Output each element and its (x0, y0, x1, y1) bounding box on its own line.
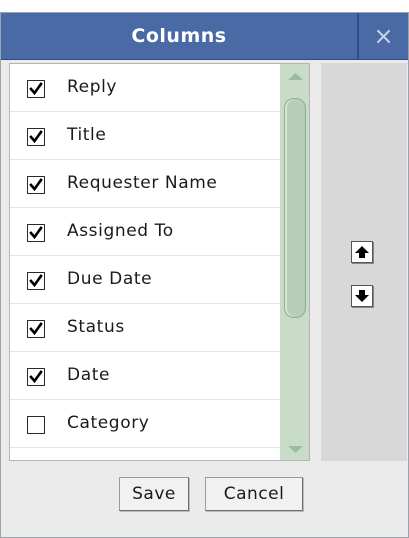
save-button[interactable]: Save (119, 477, 189, 511)
title-bar: Columns × (1, 13, 408, 60)
column-label: Due Date (67, 269, 153, 289)
scroll-down-icon[interactable] (280, 438, 309, 460)
checkbox-checked[interactable] (27, 320, 45, 338)
columns-dialog: Columns × Reply Title Requester Name Assign… (0, 12, 409, 538)
column-row[interactable]: Reply (10, 64, 280, 112)
column-row[interactable] (10, 448, 280, 460)
column-label: Assigned To (67, 221, 174, 241)
checkbox-unchecked[interactable] (27, 416, 45, 434)
column-row[interactable]: Date (10, 352, 280, 400)
scrollbar[interactable] (280, 64, 309, 460)
column-row[interactable]: Status (10, 304, 280, 352)
column-label: Category (67, 413, 150, 433)
dialog-title: Columns (131, 25, 227, 47)
column-label: Status (67, 317, 125, 337)
checkbox-checked[interactable] (27, 272, 45, 290)
column-row[interactable]: Category (10, 400, 280, 448)
arrow-up-icon[interactable] (351, 241, 373, 263)
close-icon[interactable]: × (359, 13, 408, 59)
checkbox-checked[interactable] (27, 368, 45, 386)
checkbox-checked[interactable] (27, 80, 45, 98)
dialog-footer: Save Cancel (1, 465, 408, 537)
column-list: Reply Title Requester Name Assigned To Due D… (9, 63, 310, 461)
column-label: Requester Name (67, 173, 218, 193)
top-cropped-strip (0, 0, 409, 12)
column-row[interactable]: Due Date (10, 256, 280, 304)
column-label: Reply (67, 77, 118, 97)
checkbox-checked[interactable] (27, 176, 45, 194)
checkbox-checked[interactable] (27, 128, 45, 146)
column-label: Date (67, 365, 111, 385)
column-row[interactable]: Requester Name (10, 160, 280, 208)
scroll-up-icon[interactable] (280, 64, 309, 88)
arrow-down-icon[interactable] (351, 285, 373, 307)
column-label: Title (67, 125, 107, 145)
scroll-thumb[interactable] (284, 98, 306, 318)
column-row[interactable]: Assigned To (10, 208, 280, 256)
checkbox-checked[interactable] (27, 224, 45, 242)
cancel-button[interactable]: Cancel (205, 477, 303, 511)
column-row[interactable]: Title (10, 112, 280, 160)
reorder-panel (321, 63, 407, 461)
